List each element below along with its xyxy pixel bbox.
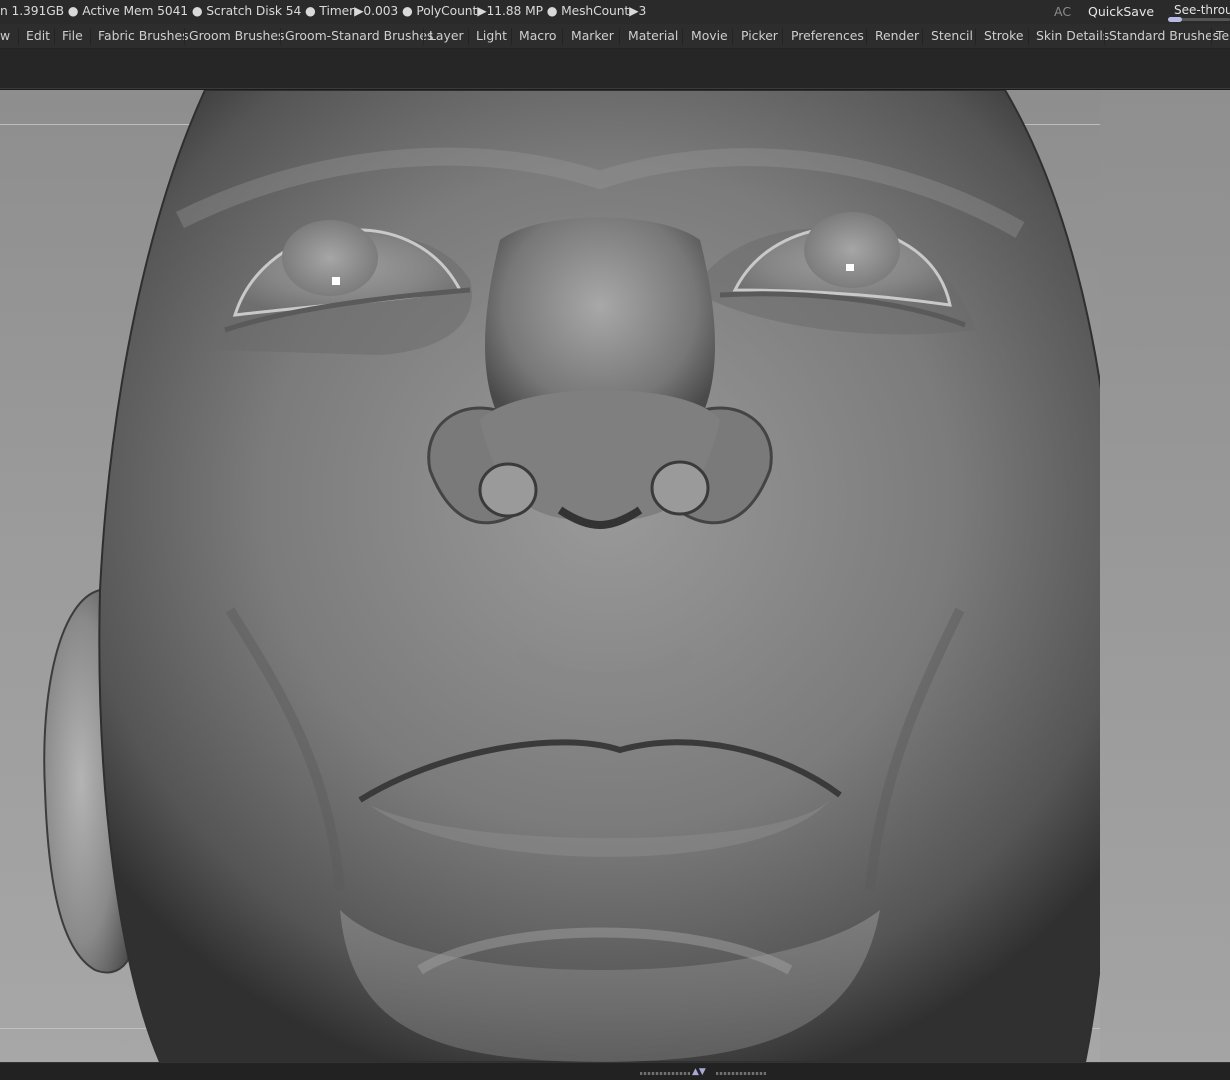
menu-item-groom-brushes[interactable]: Groom Brushes: [189, 24, 284, 48]
menu-separator: [732, 28, 733, 45]
quicksave-button[interactable]: QuickSave: [1088, 4, 1154, 19]
viewport-right-margin: [1100, 90, 1230, 1062]
tray-arrows-icon: ▲▼: [692, 1067, 706, 1077]
menu-item-marker[interactable]: Marker: [571, 24, 614, 48]
tray-grip-right: [716, 1072, 766, 1075]
menu-item-window[interactable]: w: [0, 24, 10, 48]
menu-separator: [90, 28, 91, 45]
right-eye-highlight: [846, 264, 854, 271]
memory-status-text: n 1.391GB ● Active Mem 5041 ● Scratch Di…: [0, 4, 647, 18]
ac-label[interactable]: AC: [1054, 4, 1071, 19]
top-shelf: [0, 49, 1230, 89]
menu-separator: [1104, 28, 1105, 45]
menu-separator: [562, 28, 563, 45]
see-through-label: See-through: [1174, 3, 1230, 17]
sculpted-head-mesh[interactable]: [0, 90, 1100, 1062]
menu-separator: [682, 28, 683, 45]
right-nostril: [650, 460, 710, 516]
menu-item-light[interactable]: Light: [476, 24, 507, 48]
menu-separator: [468, 28, 469, 45]
menu-separator: [1211, 28, 1212, 45]
left-eye-highlight: [332, 277, 340, 285]
menu-separator: [866, 28, 867, 45]
menu-item-edit[interactable]: Edit: [26, 24, 50, 48]
see-through-slider[interactable]: See-through: [1168, 2, 1230, 22]
menu-item-movie[interactable]: Movie: [691, 24, 728, 48]
menu-item-skin-details[interactable]: Skin Details: [1036, 24, 1109, 48]
menu-separator: [511, 28, 512, 45]
menu-item-stroke[interactable]: Stroke: [984, 24, 1023, 48]
menu-item-stencil[interactable]: Stencil: [931, 24, 973, 48]
menu-item-material[interactable]: Material: [628, 24, 678, 48]
menu-item-render[interactable]: Render: [875, 24, 919, 48]
menu-separator: [975, 28, 976, 45]
menu-item-standard-brushes[interactable]: Standard Brushes: [1109, 24, 1219, 48]
menu-item-picker[interactable]: Picker: [741, 24, 778, 48]
menu-bar: w Edit File Fabric Brushes Groom Brushes…: [0, 24, 1230, 49]
left-iris: [282, 220, 378, 296]
menu-separator: [18, 28, 19, 45]
right-iris: [804, 212, 900, 288]
left-nostril: [478, 462, 538, 518]
tray-grip-left: [640, 1072, 690, 1075]
menu-item-macro[interactable]: Macro: [519, 24, 557, 48]
menu-item-preferences[interactable]: Preferences: [791, 24, 864, 48]
bottom-tray: ▲▼: [0, 1062, 1230, 1080]
menu-item-groom-stanard-brushes[interactable]: Groom-Stanard Brushes: [285, 24, 433, 48]
menu-separator: [54, 28, 55, 45]
menu-separator: [423, 28, 424, 45]
menu-item-fabric-brushes[interactable]: Fabric Brushes: [98, 24, 189, 48]
menu-item-texture[interactable]: Te: [1216, 24, 1229, 48]
see-through-knob[interactable]: [1168, 17, 1182, 22]
menu-item-file[interactable]: File: [62, 24, 83, 48]
menu-separator: [184, 28, 185, 45]
menu-separator: [1028, 28, 1029, 45]
menu-separator: [782, 28, 783, 45]
menu-separator: [922, 28, 923, 45]
tray-toggle-handle[interactable]: ▲▼: [640, 1067, 768, 1077]
menu-separator: [280, 28, 281, 45]
viewport-canvas[interactable]: [0, 90, 1100, 1062]
menu-item-layer[interactable]: Layer: [429, 24, 464, 48]
menu-separator: [619, 28, 620, 45]
status-bar: n 1.391GB ● Active Mem 5041 ● Scratch Di…: [0, 0, 1230, 24]
